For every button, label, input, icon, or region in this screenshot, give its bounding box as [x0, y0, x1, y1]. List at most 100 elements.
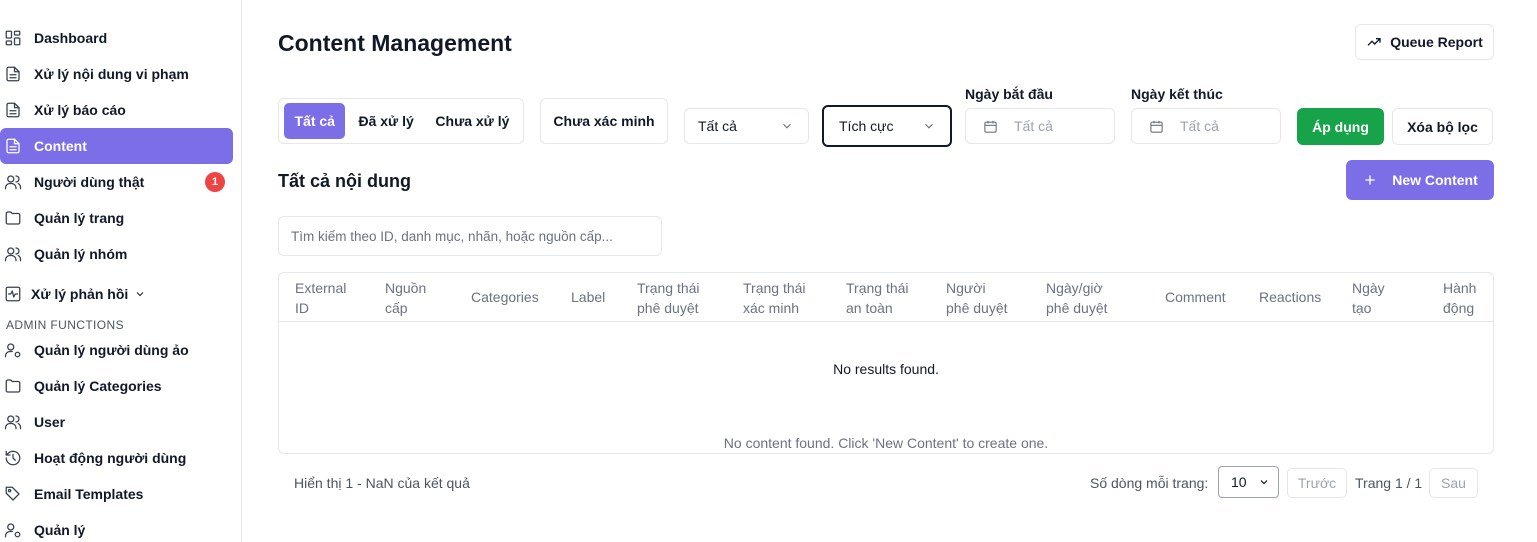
users-icon	[4, 413, 22, 431]
users-icon	[4, 173, 22, 191]
status-tabs: Tất cả Đã xử lý Chưa xử lý	[278, 98, 524, 144]
sidebar: Dashboard Xử lý nội dung vi phạm Xử lý b…	[0, 0, 242, 542]
content-table: External ID Nguồn cấp Categories Label Trạ…	[278, 272, 1494, 454]
users-icon	[4, 245, 22, 263]
sidebar-item-label: Email Templates	[34, 486, 144, 502]
queue-report-label: Queue Report	[1390, 34, 1483, 50]
folder-icon	[4, 209, 22, 227]
sidebar-item-label: Người dùng thật	[34, 174, 145, 190]
column-header-comment[interactable]: Comment	[1165, 287, 1226, 307]
sidebar-item-label: Quản lý nhóm	[34, 246, 128, 262]
page-title: Content Management	[278, 30, 512, 56]
sidebar-item-label: Hoạt động người dùng	[34, 450, 187, 466]
calendar-icon	[984, 120, 997, 133]
end-date-input[interactable]: Tất cả	[1131, 108, 1281, 144]
prev-page-button[interactable]: Trước	[1287, 468, 1347, 498]
column-header-approver[interactable]: Người phê duyệt	[946, 278, 1008, 318]
page-info: Trang 1 / 1	[1355, 475, 1423, 491]
sentiment-select-value: Tích cực	[839, 118, 894, 134]
column-header-external-id[interactable]: External ID	[295, 278, 346, 318]
results-summary: Hiển thị 1 - NaN của kết quả	[294, 475, 470, 491]
status-select[interactable]: Tất cả	[684, 108, 809, 144]
section-title: Tất cả nội dung	[278, 171, 411, 191]
search-input[interactable]: Tìm kiếm theo ID, danh mục, nhãn, hoặc n…	[278, 216, 662, 256]
column-header-approval-time[interactable]: Ngày/giờ phê duyệt	[1046, 278, 1108, 318]
column-header-created-date[interactable]: Ngày tạo	[1352, 278, 1385, 318]
start-date-value: Tất cả	[1014, 118, 1053, 134]
next-page-button[interactable]: Sau	[1429, 468, 1478, 498]
status-select-value: Tất cả	[698, 118, 737, 134]
tab-all[interactable]: Tất cả	[284, 103, 346, 139]
user-cog-icon	[4, 341, 22, 359]
chevron-down-icon	[134, 288, 146, 300]
sidebar-item-email-templates[interactable]: Email Templates	[0, 476, 233, 512]
rows-per-page-value: 10	[1231, 474, 1247, 490]
sidebar-item-user-activity[interactable]: Hoạt động người dùng	[0, 440, 233, 476]
sidebar-item-content[interactable]: Content	[0, 128, 233, 164]
end-date-label: Ngày kết thúc	[1131, 86, 1223, 102]
sidebar-item-label: Quản lý	[34, 522, 86, 538]
sidebar-item-label: User	[34, 414, 66, 430]
column-header-actions: Hành động	[1443, 280, 1477, 316]
folder-icon	[4, 377, 22, 395]
column-header-categories[interactable]: Categories	[471, 287, 539, 307]
sidebar-item-manage[interactable]: Quản lý	[0, 512, 233, 542]
rows-per-page-label: Số dòng mỗi trang:	[1090, 475, 1209, 491]
column-header-safety-status[interactable]: Trạng thái an toàn	[846, 278, 909, 318]
chevron-down-icon	[925, 123, 933, 129]
user-cog-icon	[4, 521, 22, 539]
queue-report-button[interactable]: Queue Report	[1355, 24, 1494, 60]
sidebar-item-virtual-users[interactable]: Quản lý người dùng ảo	[0, 332, 233, 368]
sidebar-item-feedback[interactable]: Xử lý phản hồi	[0, 276, 233, 312]
sidebar-item-categories[interactable]: Quản lý Categories	[0, 368, 233, 404]
dashboard-icon	[4, 29, 22, 47]
sidebar-item-real-users[interactable]: Người dùng thật 1	[0, 164, 233, 200]
chevron-down-icon	[783, 123, 791, 129]
end-date-value: Tất cả	[1180, 118, 1219, 134]
empty-state-message: No results found.	[833, 361, 939, 377]
notification-badge: 1	[205, 172, 225, 192]
document-icon	[4, 137, 22, 155]
section-label-admin: ADMIN FUNCTIONS	[6, 318, 124, 332]
sidebar-item-label: Quản lý Categories	[34, 378, 162, 394]
column-header-approval-status[interactable]: Trạng thái phê duyệt	[637, 278, 700, 318]
sidebar-item-label: Xử lý nội dung vi phạm	[34, 66, 189, 82]
sidebar-item-label: Content	[34, 138, 87, 154]
unverified-button[interactable]: Chưa xác minh	[540, 98, 668, 144]
rows-per-page-select[interactable]: 10	[1218, 466, 1279, 498]
new-content-label: New Content	[1392, 172, 1478, 188]
chevron-down-icon	[1260, 480, 1268, 485]
tab-unprocessed[interactable]: Chưa xử lý	[427, 103, 518, 139]
sidebar-item-violation[interactable]: Xử lý nội dung vi phạm	[0, 56, 233, 92]
new-content-button[interactable]: New Content	[1346, 160, 1494, 200]
trending-up-icon	[1367, 38, 1381, 46]
sidebar-item-dashboard[interactable]: Dashboard	[0, 20, 233, 56]
start-date-input[interactable]: Tất cả	[965, 108, 1115, 144]
sidebar-item-label: Xử lý phản hồi	[31, 286, 129, 302]
document-icon	[4, 65, 22, 83]
tag-icon	[4, 485, 22, 503]
column-header-reactions[interactable]: Reactions	[1259, 287, 1321, 307]
tab-processed[interactable]: Đã xử lý	[345, 103, 426, 139]
sidebar-item-user[interactable]: User	[0, 404, 233, 440]
apply-button[interactable]: Áp dụng	[1297, 108, 1384, 145]
calendar-icon	[1150, 120, 1163, 133]
history-icon	[4, 449, 22, 467]
activity-icon	[4, 285, 22, 303]
start-date-label: Ngày bắt đầu	[965, 86, 1053, 102]
sidebar-item-label: Dashboard	[34, 30, 108, 46]
sidebar-item-groups[interactable]: Quản lý nhóm	[0, 236, 233, 272]
empty-state-hint: No content found. Click 'New Content' to…	[723, 435, 1049, 451]
sidebar-item-label: Xử lý báo cáo	[34, 102, 126, 118]
column-header-label[interactable]: Label	[571, 287, 605, 307]
document-icon	[4, 101, 22, 119]
sidebar-item-label: Quản lý người dùng ảo	[34, 342, 189, 358]
column-header-verification-status[interactable]: Trạng thái xác minh	[743, 278, 806, 318]
sidebar-item-pages[interactable]: Quản lý trang	[0, 200, 233, 236]
column-header-source[interactable]: Nguồn cấp	[385, 278, 426, 318]
sidebar-item-reports[interactable]: Xử lý báo cáo	[0, 92, 233, 128]
sidebar-item-label: Quản lý trang	[34, 210, 125, 226]
sentiment-select[interactable]: Tích cực	[822, 105, 952, 147]
plus-icon	[1365, 175, 1375, 185]
clear-filters-button[interactable]: Xóa bộ lọc	[1392, 108, 1493, 145]
